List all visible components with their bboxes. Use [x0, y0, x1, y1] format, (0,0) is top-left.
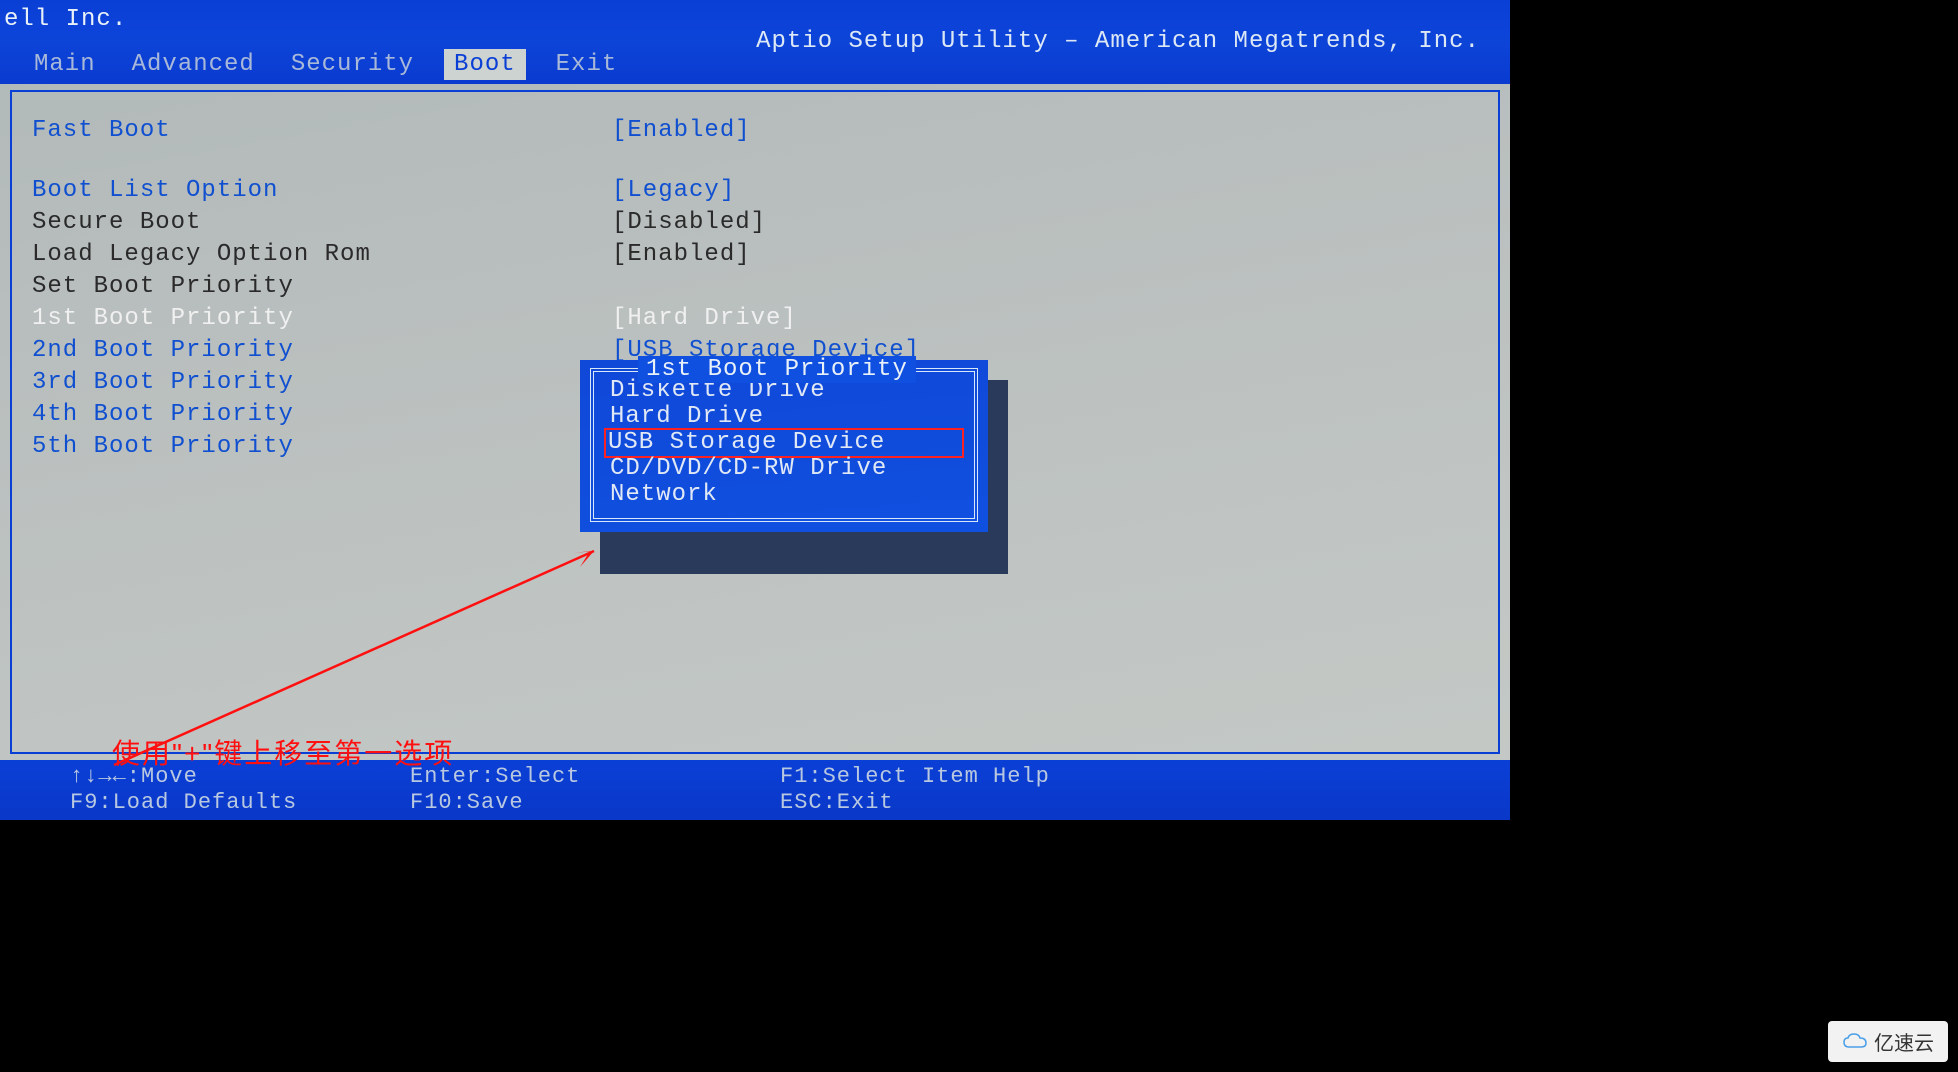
footer-f10-hint: F10:Save [410, 790, 780, 816]
setting-value: [Enabled] [612, 240, 751, 270]
setting-secure-boot[interactable]: Secure Boot [Disabled] [32, 208, 1478, 238]
bios-screen: ell Inc. Aptio Setup Utility – American … [0, 0, 1510, 820]
setting-value: [Disabled] [612, 208, 766, 238]
setting-label: Fast Boot [32, 116, 612, 146]
setting-value: [Legacy] [612, 176, 735, 206]
popup-item-network[interactable]: Network [606, 482, 962, 508]
setting-label: 4th Boot Priority [32, 400, 612, 430]
tab-main[interactable]: Main [28, 49, 102, 80]
footer-f9-hint: F9:Load Defaults [70, 790, 410, 816]
popup-title: 1st Boot Priority [638, 356, 916, 383]
main-settings-panel: Fast Boot [Enabled] Boot List Option [Le… [10, 90, 1500, 754]
setting-label: 1st Boot Priority [32, 304, 612, 334]
tab-exit[interactable]: Exit [550, 49, 624, 80]
popup-border: 1st Boot Priority Diskette Drive Hard Dr… [590, 368, 978, 522]
utility-title: Aptio Setup Utility – American Megatrend… [756, 28, 1480, 55]
setting-load-legacy-rom[interactable]: Load Legacy Option Rom [Enabled] [32, 240, 1478, 270]
tab-security[interactable]: Security [285, 49, 420, 80]
setting-label: Boot List Option [32, 176, 612, 206]
popup-item-cd-dvd[interactable]: CD/DVD/CD-RW Drive [606, 456, 962, 482]
spacer [32, 148, 1478, 176]
cloud-icon [1842, 1033, 1868, 1051]
setting-value: [Enabled] [612, 116, 751, 146]
popup-item-usb-storage[interactable]: USB Storage Device [604, 428, 964, 458]
setting-fast-boot[interactable]: Fast Boot [Enabled] [32, 116, 1478, 146]
vendor-label: ell Inc. [4, 6, 127, 33]
footer-esc-hint: ESC:Exit [780, 790, 1440, 816]
setting-set-boot-priority[interactable]: Set Boot Priority [32, 272, 1478, 302]
setting-label: 3rd Boot Priority [32, 368, 612, 398]
tab-boot[interactable]: Boot [444, 49, 526, 80]
setting-value: [Hard Drive] [612, 304, 797, 334]
boot-priority-popup: 1st Boot Priority Diskette Drive Hard Dr… [580, 360, 988, 532]
setting-label: Load Legacy Option Rom [32, 240, 612, 270]
setting-label: Set Boot Priority [32, 272, 612, 302]
setting-1st-boot-priority[interactable]: 1st Boot Priority [Hard Drive] [32, 304, 1478, 334]
annotation-text: 使用"+"键上移至第一选项 [112, 732, 454, 772]
footer-enter-hint: Enter:Select [410, 764, 780, 790]
tab-advanced[interactable]: Advanced [126, 49, 261, 80]
header-bar: ell Inc. Aptio Setup Utility – American … [0, 0, 1510, 84]
menu-tabs: Main Advanced Security Boot Exit [28, 49, 623, 80]
setting-boot-list-option[interactable]: Boot List Option [Legacy] [32, 176, 1478, 206]
watermark-badge: 亿速云 [1828, 1021, 1948, 1062]
setting-label: 2nd Boot Priority [32, 336, 612, 366]
popup-item-hard-drive[interactable]: Hard Drive [606, 404, 962, 430]
watermark-text: 亿速云 [1874, 1027, 1934, 1056]
setting-label: 5th Boot Priority [32, 432, 612, 462]
footer-f1-hint: F1:Select Item Help [780, 764, 1440, 790]
setting-label: Secure Boot [32, 208, 612, 238]
